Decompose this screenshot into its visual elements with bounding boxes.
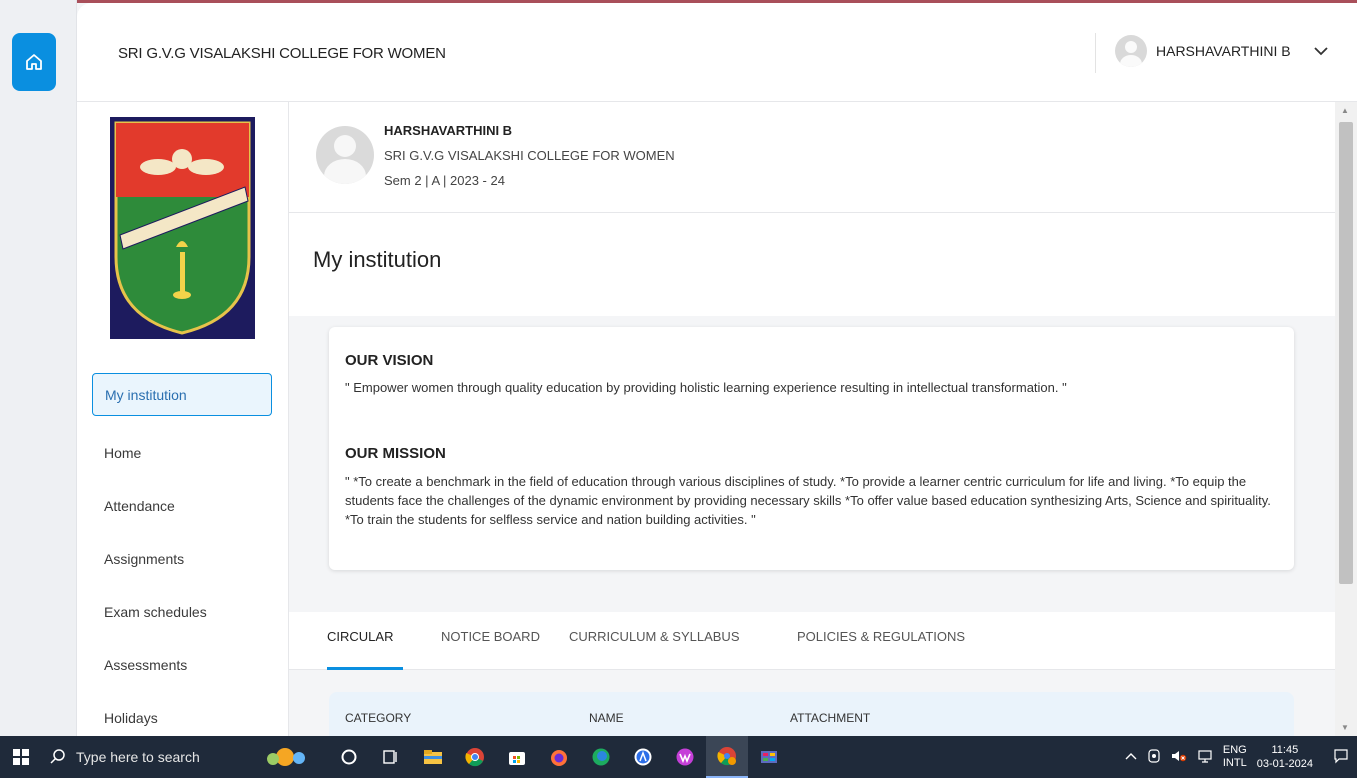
edge-icon[interactable]	[580, 736, 622, 778]
tab-circular[interactable]: CIRCULAR	[327, 629, 393, 644]
sidebar-item-assessments[interactable]: Assessments	[92, 638, 272, 691]
app-store-a-icon[interactable]	[622, 736, 664, 778]
clock[interactable]: 11:45 03-01-2024	[1257, 743, 1313, 771]
sidebar-item-attendance[interactable]: Attendance	[92, 479, 272, 532]
profile-card: HARSHAVARTHINI B SRI G.V.G VISALAKSHI CO…	[289, 102, 1335, 213]
tab-notice-board[interactable]: NOTICE BOARD	[441, 629, 540, 644]
active-tab-indicator	[327, 667, 403, 670]
chevron-down-icon[interactable]	[1313, 43, 1328, 59]
profile-college: SRI G.V.G VISALAKSHI COLLEGE FOR WOMEN	[384, 148, 675, 163]
windows-taskbar: Type here to search ENG INTL 11:45 03-01…	[0, 736, 1357, 778]
vision-text: " Empower women through quality educatio…	[345, 380, 1067, 395]
user-menu[interactable]: HARSHAVARTHINI B	[1115, 35, 1328, 67]
tab-policies-regulations[interactable]: POLICIES & REGULATIONS	[797, 629, 965, 644]
chrome-profile-icon[interactable]	[706, 736, 748, 778]
weather-icon[interactable]	[242, 736, 328, 778]
column-header-category: CATEGORY	[345, 711, 412, 725]
lang-top: ENG	[1222, 744, 1247, 756]
scrollbar-thumb[interactable]	[1339, 122, 1353, 584]
search-icon	[50, 749, 65, 764]
home-icon[interactable]	[12, 33, 56, 91]
clock-time: 11:45	[1271, 744, 1299, 756]
volume-muted-icon[interactable]	[1171, 749, 1187, 766]
college-logo	[110, 117, 255, 339]
system-tray: ENG INTL 11:45 03-01-2024	[1125, 736, 1357, 778]
vertical-scrollbar[interactable]: ▲ ▼	[1335, 102, 1357, 736]
tab-curriculum-syllabus[interactable]: CURRICULUM & SYLLABUS	[569, 629, 740, 644]
taskbar-search[interactable]: Type here to search	[42, 736, 242, 778]
user-name: HARSHAVARTHINI B	[1156, 43, 1291, 59]
page-title: My institution	[313, 247, 442, 272]
clock-date: 03-01-2024	[1256, 758, 1313, 770]
header: SRI G.V.G VISALAKSHI COLLEGE FOR WOMEN H…	[77, 3, 1357, 102]
wps-office-icon[interactable]	[664, 736, 706, 778]
header-divider	[1095, 33, 1096, 73]
file-explorer-icon[interactable]	[412, 736, 454, 778]
avatar	[316, 126, 374, 184]
scroll-up-icon[interactable]: ▲	[1341, 106, 1349, 115]
firefox-icon[interactable]	[538, 736, 580, 778]
page-title-section: My institution	[289, 213, 1335, 316]
mission-text: " *To create a benchmark in the field of…	[345, 474, 1271, 527]
windows-start-icon[interactable]	[0, 736, 42, 778]
notification-icon[interactable]	[1333, 748, 1349, 767]
profile-semester: Sem 2 | A | 2023 - 24	[384, 173, 505, 188]
store-icon[interactable]	[496, 736, 538, 778]
sidebar-item-home[interactable]: Home	[92, 426, 272, 479]
sidebar-item-exam-schedules[interactable]: Exam schedules	[92, 585, 272, 638]
main-content: HARSHAVARTHINI B SRI G.V.G VISALAKSHI CO…	[289, 102, 1335, 736]
lang-bottom: INTL	[1222, 757, 1247, 769]
column-header-attachment: ATTACHMENT	[790, 711, 871, 725]
task-view-icon[interactable]	[370, 736, 412, 778]
profile-name: HARSHAVARTHINI B	[384, 123, 513, 138]
column-header-name: NAME	[589, 711, 624, 725]
scroll-down-icon[interactable]: ▼	[1341, 723, 1349, 732]
cortana-icon[interactable]	[328, 736, 370, 778]
mission-heading: OUR MISSION	[345, 445, 446, 462]
app-rail	[0, 0, 77, 736]
search-placeholder: Type here to search	[76, 749, 200, 765]
network-icon[interactable]	[1197, 749, 1213, 766]
sidebar-item-my-institution[interactable]: My institution	[92, 373, 272, 416]
meet-now-icon[interactable]	[1147, 748, 1161, 767]
chevron-up-icon[interactable]	[1125, 751, 1137, 763]
vision-mission-card: OUR VISION " Empower women through quali…	[329, 327, 1294, 570]
sidebar: My institution Home Attendance Assignmen…	[77, 102, 289, 736]
app-grid-icon[interactable]	[748, 736, 790, 778]
table-header: CATEGORY NAME ATTACHMENT	[329, 692, 1294, 736]
sidebar-item-assignments[interactable]: Assignments	[92, 532, 272, 585]
college-title: SRI G.V.G VISALAKSHI COLLEGE FOR WOMEN	[118, 45, 446, 62]
language-indicator[interactable]: ENG INTL	[1223, 744, 1247, 770]
vision-heading: OUR VISION	[345, 352, 434, 369]
tab-bar: CIRCULAR NOTICE BOARD CURRICULUM & SYLLA…	[289, 612, 1335, 670]
sidebar-nav: My institution Home Attendance Assignmen…	[92, 373, 272, 744]
avatar	[1115, 35, 1147, 67]
chrome-icon[interactable]	[454, 736, 496, 778]
